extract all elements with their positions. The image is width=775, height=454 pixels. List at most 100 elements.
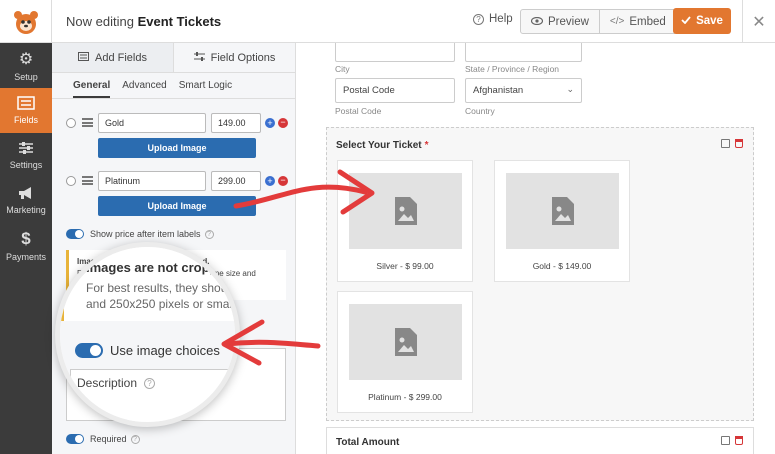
subtab-general[interactable]: General (73, 80, 111, 98)
total-amount-field[interactable]: Total Amount (326, 427, 754, 454)
form-name: Event Tickets (137, 14, 222, 29)
help-icon: ? (144, 378, 156, 390)
state-label: State / Province / Region (465, 64, 560, 74)
city-input[interactable] (335, 43, 455, 62)
choice-label: Gold - $ 149.00 (532, 261, 592, 271)
magnified-notice-heading: Images are not cropped or resized. (86, 260, 235, 275)
megaphone-icon (17, 186, 35, 202)
remove-choice-icon[interactable]: − (278, 176, 288, 186)
preview-label: Preview (548, 15, 589, 28)
choice-name-input[interactable]: Gold (98, 113, 206, 133)
magnifier-callout: Images are not cropped or resized. For b… (55, 242, 240, 427)
sidebar: ⚙ Setup Fields Settings Marketing $ Paym… (0, 43, 52, 454)
sliders-icon (193, 51, 205, 64)
wpforms-logo (0, 0, 52, 43)
sidebar-item-fields[interactable]: Fields (0, 88, 52, 133)
choice-label: Platinum - $ 299.00 (368, 392, 442, 402)
show-price-toggle[interactable] (66, 229, 84, 239)
close-button[interactable]: ✕ (742, 0, 775, 43)
image-icon (394, 328, 417, 356)
magnified-options: Use image choices Description? (60, 321, 235, 422)
upload-image-button[interactable]: Upload Image (98, 196, 256, 216)
ticket-field[interactable]: Select Your Ticket * Silver - $ 99.00 Gol… (326, 127, 754, 421)
required-text: Required (90, 434, 127, 444)
sidebar-item-payments[interactable]: $ Payments (0, 223, 52, 268)
help-button[interactable]: ? Help (473, 13, 513, 25)
trash-icon[interactable] (735, 436, 743, 445)
top-bar: Now editing Event Tickets ? Help Preview… (0, 0, 775, 43)
choice-row: Gold 149.00 + − (66, 113, 288, 133)
choice-label: Silver - $ 99.00 (376, 261, 434, 271)
postal-code-label: Postal Code (335, 106, 382, 116)
sidebar-item-settings[interactable]: Settings (0, 133, 52, 178)
upload-image-button[interactable]: Upload Image (98, 138, 256, 158)
default-radio[interactable] (66, 118, 76, 128)
sidebar-item-label: Fields (13, 115, 38, 125)
subtab-advanced[interactable]: Advanced (122, 80, 166, 98)
preview-button[interactable]: Preview (521, 10, 600, 33)
choice-name-input[interactable]: Platinum (98, 171, 206, 191)
magnified-notice: Images are not cropped or resized. For b… (60, 247, 235, 321)
image-choice-card[interactable]: Silver - $ 99.00 (337, 160, 473, 282)
tab-label: Field Options (210, 51, 276, 64)
image-placeholder (349, 304, 462, 380)
image-choices-toggle[interactable] (75, 343, 103, 358)
tab-label: Add Fields (95, 51, 147, 64)
magnified-notice-body: For best results, they should be the sam… (86, 281, 237, 311)
help-icon: ? (204, 230, 214, 240)
check-icon (681, 15, 691, 27)
sliders-icon (18, 141, 34, 157)
image-icon (551, 197, 574, 225)
panel-tabs: Add Fields Field Options (52, 43, 295, 73)
ticket-field-title: Select Your Ticket * (336, 140, 429, 151)
tab-add-fields[interactable]: Add Fields (52, 43, 173, 72)
subtab-smart-logic[interactable]: Smart Logic (179, 80, 232, 98)
sidebar-item-label: Setup (14, 72, 38, 82)
city-label: City (335, 64, 350, 74)
embed-label: Embed (629, 15, 666, 28)
sidebar-item-label: Marketing (6, 205, 46, 215)
required-label: Required? (90, 434, 140, 445)
image-choice-card[interactable]: Platinum - $ 299.00 (337, 291, 473, 413)
required-mark: * (424, 140, 429, 151)
image-placeholder (506, 173, 619, 249)
sidebar-item-label: Settings (9, 160, 43, 170)
sidebar-item-label: Payments (5, 252, 47, 262)
duplicate-icon[interactable] (721, 139, 730, 148)
add-choice-icon[interactable]: + (265, 176, 275, 186)
preview-embed-group: Preview </> Embed (520, 9, 677, 34)
magnified-description-box[interactable]: Description? (70, 369, 235, 422)
postal-code-input[interactable]: Postal Code (335, 78, 455, 103)
choice-price-input[interactable]: 149.00 (211, 113, 261, 133)
drag-handle-icon[interactable] (82, 176, 93, 185)
image-icon (394, 197, 417, 225)
description-text: Description (77, 376, 138, 390)
code-icon: </> (609, 16, 625, 27)
help-icon: ? (130, 435, 140, 445)
choice-price-input[interactable]: 299.00 (211, 171, 261, 191)
drag-handle-icon[interactable] (82, 118, 93, 127)
fields-icon (17, 96, 35, 112)
editing-prefix: Now editing (66, 14, 134, 29)
sidebar-item-setup[interactable]: ⚙ Setup (0, 43, 52, 88)
state-input[interactable] (465, 43, 582, 62)
help-icon: ? (473, 13, 484, 25)
add-choice-icon[interactable]: + (265, 118, 275, 128)
save-button[interactable]: Save (673, 8, 731, 34)
image-choices-label: Use image choices (110, 343, 220, 358)
remove-choice-icon[interactable]: − (278, 118, 288, 128)
country-select[interactable]: Afghanistan ⌄ (465, 78, 582, 103)
default-radio[interactable] (66, 176, 76, 186)
tab-field-options[interactable]: Field Options (173, 43, 295, 72)
option-subtabs: General Advanced Smart Logic (52, 73, 295, 99)
required-toggle[interactable] (66, 434, 84, 444)
trash-icon[interactable] (735, 139, 743, 148)
sidebar-item-marketing[interactable]: Marketing (0, 178, 52, 223)
duplicate-icon[interactable] (721, 436, 730, 445)
image-choice-card[interactable]: Gold - $ 149.00 (494, 160, 630, 282)
show-price-text: Show price after item labels (90, 229, 201, 239)
list-icon (78, 51, 89, 64)
form-preview: City State / Province / Region Postal Co… (296, 43, 775, 454)
embed-button[interactable]: </> Embed (600, 10, 676, 33)
help-label: Help (489, 13, 513, 25)
